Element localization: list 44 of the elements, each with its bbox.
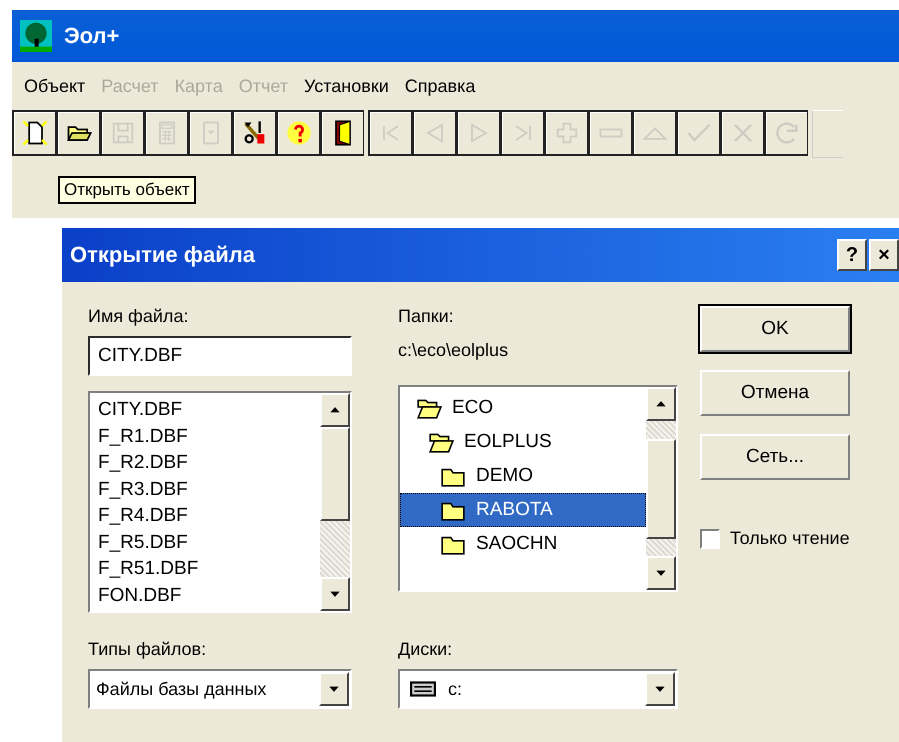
toolbar-button[interactable]	[320, 110, 364, 156]
folder-item[interactable]: RABOTA	[400, 493, 646, 527]
field-label: Диски:	[398, 639, 454, 661]
file-item[interactable]: F_R5.DBF	[98, 530, 320, 556]
close-button[interactable]: ×	[869, 239, 899, 271]
file-item[interactable]: CITY.DBF	[98, 397, 320, 424]
folder-path: c:\eco\eolplus	[398, 340, 510, 362]
field-label: Имя файла:	[88, 306, 190, 328]
field-label: Папки:	[398, 306, 455, 328]
folder-item[interactable]: ECO	[400, 391, 646, 425]
help-icon	[284, 119, 312, 147]
file-item[interactable]: F_R1.DBF	[98, 424, 320, 450]
toolbar-button[interactable]	[56, 110, 100, 156]
menu-item[interactable]: Справка	[396, 74, 484, 98]
file-type-select[interactable]: Файлы базы данных	[88, 669, 352, 709]
help-button[interactable]: ?	[837, 239, 867, 271]
tree-icon	[20, 20, 52, 52]
tooltip: Открыть объект	[58, 176, 196, 204]
toolbar-button[interactable]	[276, 110, 320, 156]
file-name-field[interactable]: CITY.DBF	[88, 336, 352, 376]
toolbar-button[interactable]	[232, 110, 276, 156]
toolbar-button[interactable]	[12, 110, 56, 156]
folder-item[interactable]: DEMO	[400, 459, 646, 493]
checkbox[interactable]	[700, 528, 720, 548]
scrollbar[interactable]	[646, 387, 676, 590]
field-label: Типы файлов:	[88, 639, 208, 661]
scrollbar[interactable]	[320, 393, 350, 611]
dialog-button[interactable]: OK	[700, 306, 850, 352]
dialog-button[interactable]: Сеть...	[700, 434, 850, 480]
file-item[interactable]: F_R2.DBF	[98, 450, 320, 476]
dialog-button[interactable]: Отмена	[700, 370, 850, 416]
folder-item[interactable]: SAOCHN	[400, 527, 646, 561]
checkbox-label: Только чтение	[730, 528, 850, 549]
file-item[interactable]: F_R4.DBF	[98, 503, 320, 530]
page-icon	[20, 119, 48, 147]
drive-select[interactable]: c:	[398, 669, 678, 709]
file-item[interactable]: F_R51.DBF	[98, 556, 320, 582]
file-item[interactable]: FON.DBF	[98, 582, 320, 609]
file-item[interactable]: F_R3.DBF	[98, 476, 320, 503]
folder-item[interactable]: EOLPLUS	[400, 425, 646, 459]
menu-item[interactable]: Объект	[16, 74, 94, 98]
dialog-title: Открытие файла	[70, 242, 256, 268]
window-title: Эол+	[64, 23, 120, 49]
menu-item[interactable]: Установки	[296, 74, 397, 98]
